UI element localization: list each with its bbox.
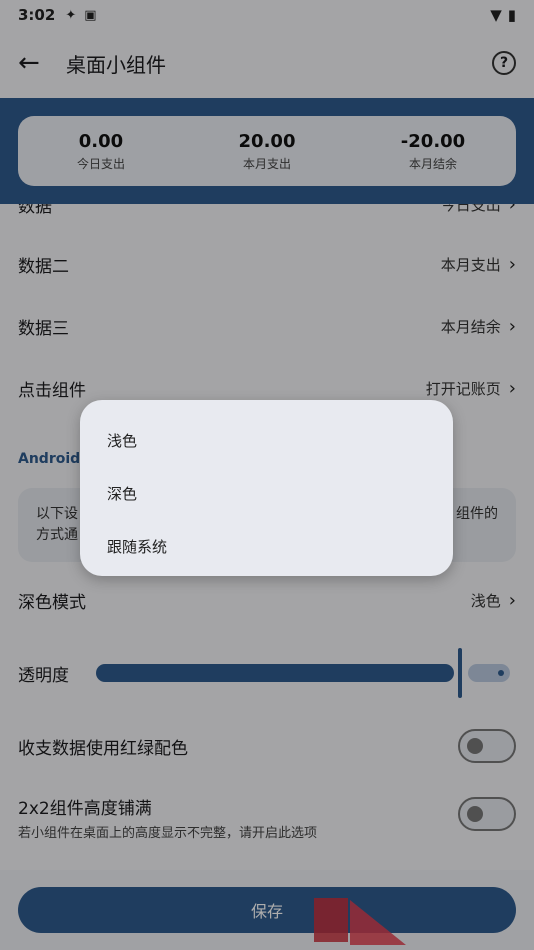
popup-option-light[interactable]: 浅色: [80, 414, 453, 467]
popup-option-dark[interactable]: 深色: [80, 467, 453, 520]
dark-mode-popup-menu: 浅色 深色 跟随系统: [80, 400, 453, 576]
popup-option-follow-system[interactable]: 跟随系统: [80, 520, 453, 573]
